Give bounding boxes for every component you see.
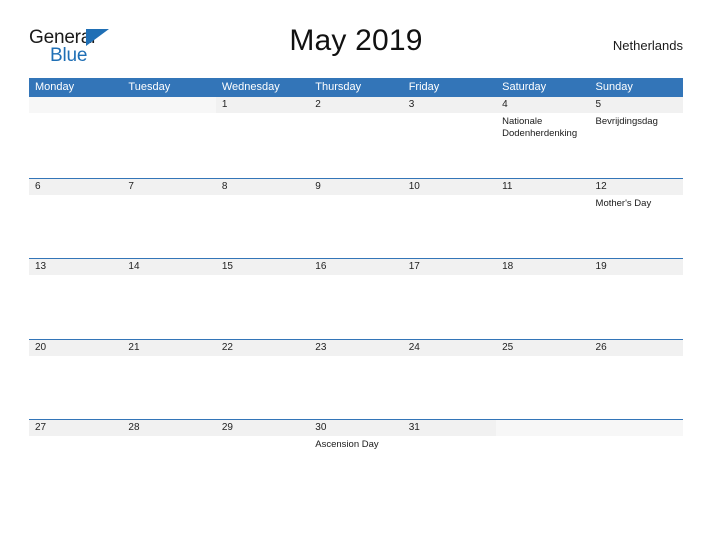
day-event-strip bbox=[29, 275, 683, 338]
day-number[interactable]: 17 bbox=[403, 259, 496, 275]
day-event-empty bbox=[496, 275, 589, 338]
calendar-week-row: 6 7 8 9 10 11 12 Mother's Day bbox=[29, 177, 683, 259]
day-event-empty bbox=[29, 436, 122, 499]
day-event-empty bbox=[122, 195, 215, 258]
day-event-empty bbox=[122, 275, 215, 338]
day-cell-empty bbox=[496, 420, 590, 436]
day-event-empty bbox=[309, 195, 402, 258]
day-number[interactable]: 15 bbox=[216, 259, 309, 275]
calendar-weeks: 1 2 3 4 5 Nationale Dodenherdenking Bevrijding… bbox=[29, 97, 683, 500]
day-cell-empty bbox=[29, 97, 123, 113]
day-event-empty bbox=[122, 356, 215, 419]
day-number[interactable]: 26 bbox=[590, 340, 683, 356]
day-number-strip: 20 21 22 23 24 25 26 bbox=[29, 339, 683, 356]
day-number[interactable]: 24 bbox=[403, 340, 496, 356]
day-event-empty bbox=[403, 195, 496, 258]
day-event-empty bbox=[496, 195, 589, 258]
day-event-strip bbox=[29, 355, 683, 419]
day-number[interactable]: 6 bbox=[29, 179, 122, 195]
day-number[interactable]: 1 bbox=[216, 97, 309, 113]
day-event-empty bbox=[403, 113, 496, 176]
day-number[interactable]: 23 bbox=[309, 340, 402, 356]
day-event-empty bbox=[216, 356, 309, 419]
day-event-empty bbox=[309, 275, 402, 338]
day-event-empty bbox=[590, 275, 683, 338]
day-number[interactable]: 16 bbox=[309, 259, 402, 275]
day-number[interactable]: 22 bbox=[216, 340, 309, 356]
day-event-empty bbox=[29, 275, 122, 338]
day-event-empty bbox=[403, 436, 496, 499]
country-label: Netherlands bbox=[612, 38, 683, 53]
day-event-strip: Mother's Day bbox=[29, 194, 683, 258]
calendar-week-row: 13 14 15 16 17 18 19 bbox=[29, 258, 683, 339]
day-event-empty bbox=[216, 275, 309, 338]
day-event-label: Mother's Day bbox=[595, 197, 652, 209]
day-number[interactable]: 13 bbox=[29, 259, 122, 275]
day-number[interactable]: 8 bbox=[216, 179, 309, 195]
day-event-empty bbox=[309, 356, 402, 419]
day-event-empty bbox=[309, 113, 402, 176]
day-number[interactable]: 3 bbox=[403, 97, 496, 113]
calendar-week-row: 20 21 22 23 24 25 26 bbox=[29, 338, 683, 420]
weekday-header-tuesday: Tuesday bbox=[128, 81, 171, 93]
day-event-empty bbox=[403, 275, 496, 338]
day-event-empty bbox=[122, 113, 215, 176]
day-number[interactable]: 7 bbox=[122, 179, 215, 195]
day-event-label: Bevrijdingsdag bbox=[595, 116, 658, 127]
day-number[interactable]: 9 bbox=[309, 179, 402, 195]
day-event-empty bbox=[216, 195, 309, 258]
day-number[interactable]: 2 bbox=[309, 97, 402, 113]
day-number[interactable]: 12 bbox=[590, 179, 683, 195]
day-number[interactable]: 4 bbox=[496, 97, 589, 113]
day-event-empty bbox=[216, 113, 309, 176]
day-number[interactable]: 18 bbox=[496, 259, 589, 275]
day-event-empty bbox=[29, 113, 122, 176]
calendar-grid: Monday Tuesday Wednesday Thursday Friday… bbox=[29, 78, 683, 500]
weekday-header-monday: Monday bbox=[35, 81, 75, 93]
weekday-header-saturday: Saturday bbox=[502, 81, 547, 93]
day-event-empty bbox=[496, 436, 589, 499]
weekday-header-thursday: Thursday bbox=[315, 81, 362, 93]
day-number[interactable]: 19 bbox=[590, 259, 683, 275]
day-number[interactable]: 25 bbox=[496, 340, 589, 356]
weekday-header-wednesday: Wednesday bbox=[221, 81, 280, 93]
day-event-label: Ascension Day bbox=[315, 439, 379, 450]
weekday-header-friday: Friday bbox=[408, 81, 440, 93]
page-title: May 2019 bbox=[289, 24, 423, 57]
day-number-strip: 6 7 8 9 10 11 12 bbox=[29, 178, 683, 195]
day-number[interactable]: 29 bbox=[216, 420, 309, 436]
day-number[interactable]: 10 bbox=[403, 179, 496, 195]
day-event-empty bbox=[216, 436, 309, 499]
day-event-empty bbox=[590, 436, 683, 499]
day-event-strip: Ascension Day bbox=[29, 436, 683, 499]
weekday-header-sunday: Sunday bbox=[595, 81, 633, 93]
day-event-empty bbox=[496, 356, 589, 419]
day-number[interactable]: 21 bbox=[122, 340, 215, 356]
day-cell-empty bbox=[122, 97, 216, 113]
day-number-strip: 12345 bbox=[29, 97, 683, 113]
day-number[interactable]: 31 bbox=[403, 420, 496, 436]
day-event-strip: Nationale Dodenherdenking Bevrijdingsdag bbox=[29, 113, 683, 176]
day-number[interactable]: 11 bbox=[496, 179, 589, 195]
day-event-empty bbox=[122, 436, 215, 499]
day-event-empty bbox=[29, 195, 122, 258]
day-number[interactable]: 20 bbox=[29, 340, 122, 356]
day-event-empty bbox=[29, 356, 122, 419]
day-event-empty bbox=[590, 356, 683, 419]
weekday-header-row: Monday Tuesday Wednesday Thursday Friday… bbox=[29, 78, 683, 97]
day-event-empty bbox=[403, 356, 496, 419]
day-number-strip: 27 28 29 30 31 bbox=[29, 420, 683, 436]
page-header: General Blue May 2019 Netherlands bbox=[29, 24, 683, 70]
calendar-week-row: 27 28 29 30 31 Ascension Day bbox=[29, 419, 683, 500]
calendar-page: General Blue May 2019 Netherlands Monday… bbox=[0, 0, 712, 550]
day-number[interactable]: 5 bbox=[590, 97, 683, 113]
calendar-week-row: 1 2 3 4 5 Nationale Dodenherdenking Bevrijding… bbox=[29, 97, 683, 178]
day-number[interactable]: 28 bbox=[122, 420, 215, 436]
day-number-strip: 13 14 15 16 17 18 19 bbox=[29, 259, 683, 275]
day-number[interactable]: 27 bbox=[29, 420, 122, 436]
day-number[interactable]: 14 bbox=[122, 259, 215, 275]
day-cell-empty bbox=[589, 420, 683, 436]
day-event-label: Nationale Dodenherdenking bbox=[502, 116, 578, 139]
day-number[interactable]: 30 bbox=[309, 420, 402, 436]
